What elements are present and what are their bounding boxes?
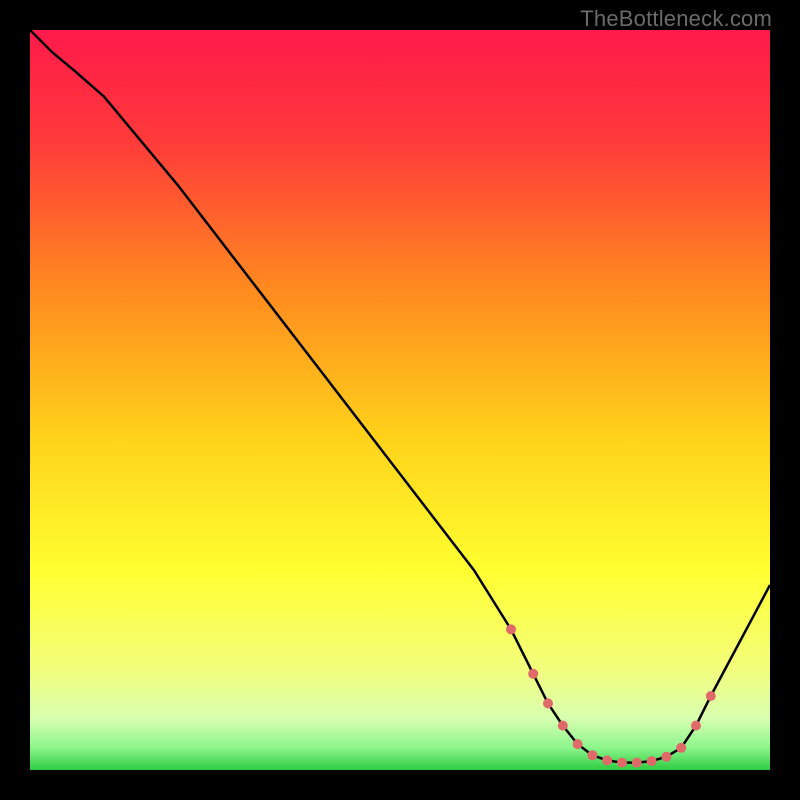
curve-dot bbox=[676, 743, 686, 753]
plot-area bbox=[30, 30, 770, 770]
curve-dot bbox=[691, 721, 701, 731]
curve-dot bbox=[543, 698, 553, 708]
curve-dot bbox=[706, 691, 716, 701]
curve-dot bbox=[573, 739, 583, 749]
curve-dot bbox=[647, 756, 657, 766]
curve-dot bbox=[632, 758, 642, 768]
curve-dot bbox=[617, 758, 627, 768]
chart-frame: TheBottleneck.com bbox=[0, 0, 800, 800]
curve-dot bbox=[661, 752, 671, 762]
curve-dot bbox=[506, 624, 516, 634]
curve-dot bbox=[528, 669, 538, 679]
chart-svg bbox=[30, 30, 770, 770]
curve-dot bbox=[558, 721, 568, 731]
curve-dot bbox=[602, 755, 612, 765]
curve-dot bbox=[587, 750, 597, 760]
watermark-text: TheBottleneck.com bbox=[580, 6, 772, 32]
